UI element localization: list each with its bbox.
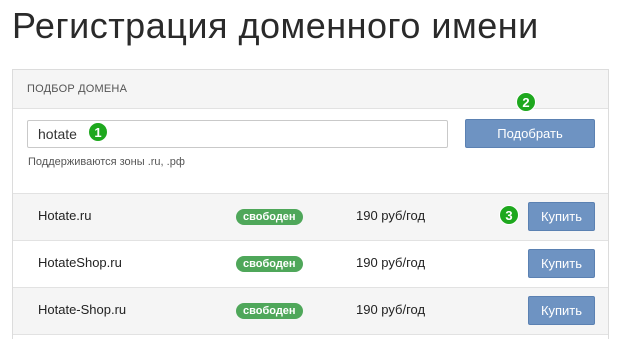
buy-button[interactable]: Купить [528,249,595,278]
price: 190 руб/год [356,302,426,317]
supported-zones-hint: Поддерживаются зоны .ru, .рф [28,156,185,168]
domain-name: Hotate.ru [38,208,92,223]
result-row: Hotate-Shop.ru свободен 190 руб/год Купи… [13,288,608,335]
result-row: Hotate.ru свободен 190 руб/год Купить [13,194,608,241]
status-badge: свободен [236,256,303,272]
step-marker-2: 2 [516,92,536,112]
buy-button[interactable]: Купить [528,296,595,325]
status-badge: свободен [236,303,303,319]
step-marker-1: 1 [88,122,108,142]
pick-domain-button[interactable]: Подобрать [465,119,595,148]
step-marker-3: 3 [499,205,519,225]
buy-button[interactable]: Купить [528,202,595,231]
domain-name: HotateShop.ru [38,255,122,270]
status-badge: свободен [236,209,303,225]
price: 190 руб/год [356,208,426,223]
result-row: HotateShop.ru свободен 190 руб/год Купит… [13,241,608,288]
page-title: Регистрация доменного имени [12,5,539,46]
domain-name: Hotate-Shop.ru [38,302,127,317]
price: 190 руб/год [356,255,426,270]
search-area: Поддерживаются зоны .ru, .рф Подобрать [13,109,608,194]
